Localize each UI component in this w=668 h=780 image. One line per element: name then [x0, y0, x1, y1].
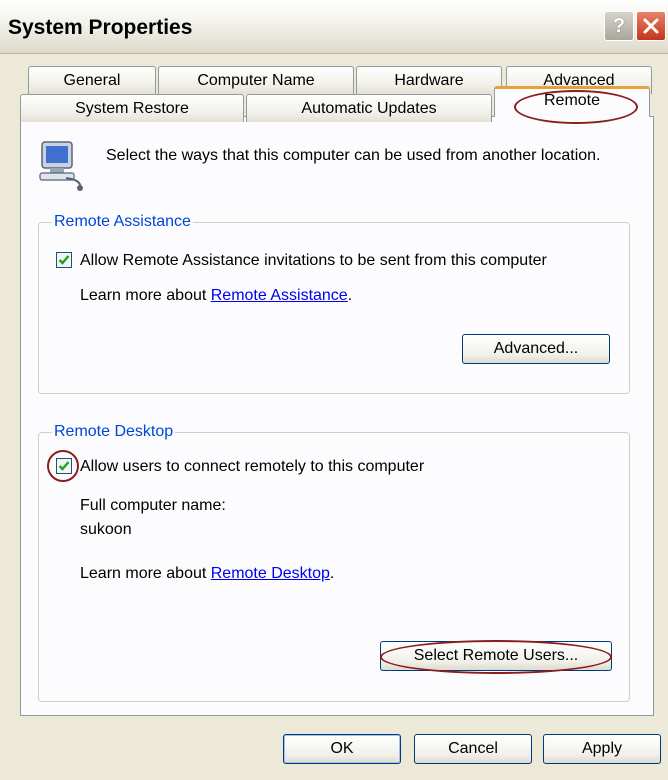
tab-remote[interactable]: Remote — [494, 86, 650, 117]
help-icon: ? — [612, 14, 626, 37]
tab-automatic-updates[interactable]: Automatic Updates — [246, 94, 492, 122]
remote-assistance-group — [38, 222, 630, 394]
remote-desktop-learn-more: Learn more about Remote Desktop. — [80, 565, 334, 583]
select-remote-users-button[interactable]: Select Remote Users... — [380, 641, 612, 671]
full-computer-name-label: Full computer name: — [80, 497, 226, 514]
computer-name-value: sukoon — [80, 521, 132, 538]
remote-computer-icon — [36, 138, 90, 196]
remote-assistance-learn-more: Learn more about Remote Assistance. — [80, 287, 352, 305]
ok-button[interactable]: OK — [283, 734, 401, 764]
learn-more-prefix: Learn more about — [80, 287, 211, 304]
learn-more-prefix: Learn more about — [80, 565, 211, 582]
learn-more-suffix: . — [347, 287, 353, 304]
intro-text: Select the ways that this computer can b… — [106, 147, 601, 164]
remote-assistance-title: Remote Assistance — [52, 213, 193, 231]
learn-more-suffix: . — [329, 565, 335, 582]
tab-general[interactable]: General — [28, 66, 156, 94]
help-button[interactable]: ? — [604, 11, 634, 41]
close-icon — [643, 18, 659, 34]
tab-computer-name[interactable]: Computer Name — [158, 66, 354, 94]
cancel-button[interactable]: Cancel — [414, 734, 532, 764]
advanced-button[interactable]: Advanced... — [462, 334, 610, 364]
remote-desktop-checkbox[interactable] — [56, 458, 72, 474]
remote-desktop-title: Remote Desktop — [52, 423, 176, 441]
remote-desktop-checkbox-label[interactable]: Allow users to connect remotely to this … — [80, 458, 424, 476]
remote-desktop-link[interactable]: Remote Desktop — [211, 565, 330, 582]
window-title: System Properties — [8, 16, 193, 39]
tab-hardware[interactable]: Hardware — [356, 66, 502, 94]
apply-button[interactable]: Apply — [543, 734, 661, 764]
remote-assistance-link[interactable]: Remote Assistance — [211, 287, 348, 304]
checkmark-icon — [58, 255, 70, 265]
remote-assistance-checkbox[interactable] — [56, 252, 72, 268]
remote-assistance-checkbox-label[interactable]: Allow Remote Assistance invitations to b… — [80, 252, 547, 270]
title-bar: System Properties ? — [0, 0, 668, 54]
tab-system-restore[interactable]: System Restore — [20, 94, 244, 122]
checkmark-icon — [58, 461, 70, 471]
close-button[interactable] — [636, 11, 666, 41]
